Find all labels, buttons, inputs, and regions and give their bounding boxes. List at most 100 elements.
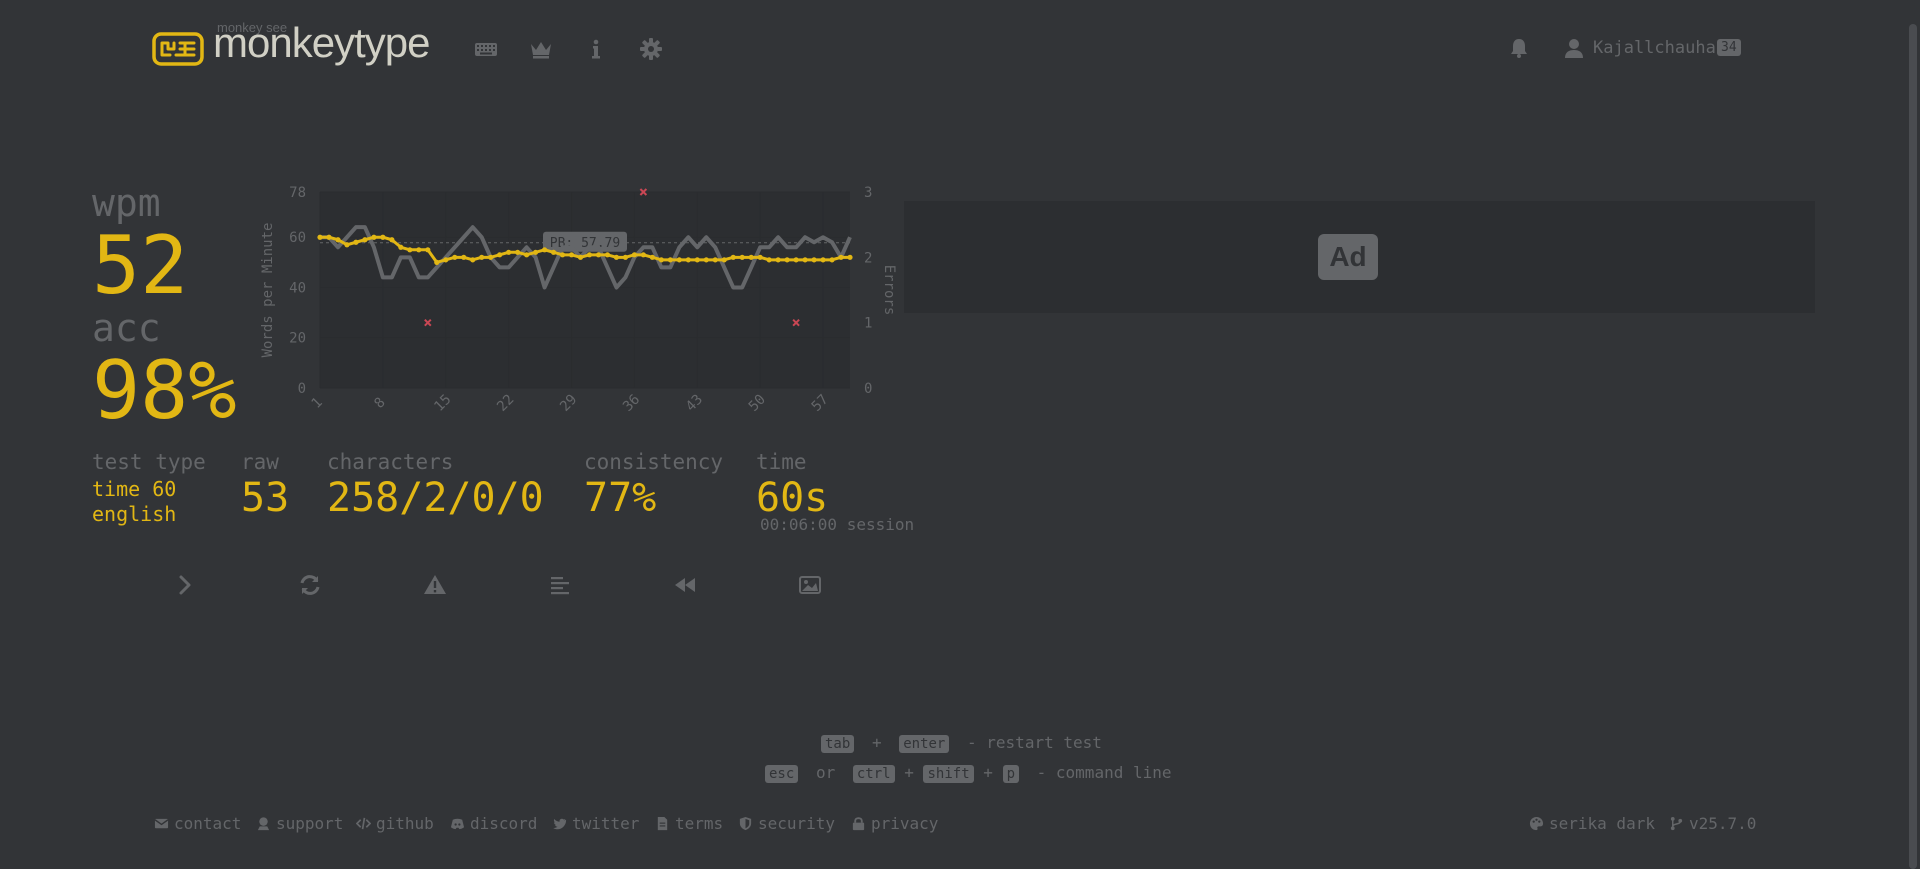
wpm-point: [838, 254, 844, 260]
wpm-point: [568, 252, 575, 258]
footer-twitter-label: twitter: [572, 814, 640, 833]
ad-container: Ad: [904, 201, 1815, 313]
y-axis-title: Words per Minute: [260, 223, 276, 358]
username[interactable]: Kajallchauhan: [1593, 38, 1726, 58]
wpm-point: [389, 237, 395, 243]
footer-support[interactable]: support: [256, 814, 343, 833]
shield-icon: [739, 816, 752, 831]
file-icon: [657, 816, 668, 831]
or-text: or: [815, 763, 836, 782]
replay-button[interactable]: [672, 572, 698, 598]
wpm-point: [398, 244, 404, 250]
wpm-point: [694, 257, 700, 263]
footer-twitter[interactable]: twitter: [552, 814, 639, 833]
footer-terms-label: terms: [675, 814, 724, 833]
wpm-point: [344, 242, 350, 248]
wpm-point: [515, 249, 521, 255]
wpm-point: [317, 234, 323, 240]
footer-github[interactable]: github: [356, 814, 434, 833]
refresh-icon: [300, 575, 320, 595]
y2-tick-label: 0: [864, 381, 872, 397]
wpm-point: [524, 252, 530, 258]
key-esc: esc: [765, 765, 799, 783]
wpm-point: [613, 254, 620, 260]
level-badge: 34: [1717, 39, 1741, 56]
wpm-point: [380, 234, 386, 240]
x-tick-label: 43: [683, 392, 706, 415]
wpm-point: [335, 237, 341, 243]
wpm-point: [784, 257, 790, 263]
scrollbar-thumb[interactable]: [1909, 24, 1917, 869]
test-type-mode: time 60: [92, 477, 177, 501]
code-branch-icon: [1670, 816, 1683, 831]
wpm-point: [811, 257, 817, 263]
footer-theme-label: serika dark: [1549, 814, 1655, 833]
keyboard-icon[interactable]: [473, 36, 499, 62]
footer-discord[interactable]: discord: [450, 814, 537, 833]
y2-axis-title: Errors: [881, 265, 897, 316]
x-tick-label: 57: [809, 392, 832, 415]
wpm-point: [362, 237, 368, 243]
align-left-icon: [551, 577, 569, 595]
footer-contact[interactable]: contact: [154, 814, 241, 833]
y-tick-label: 0: [298, 381, 306, 397]
wpm-point: [658, 257, 664, 263]
info-icon[interactable]: [583, 36, 609, 62]
command-line-hint-text: - command line: [1036, 763, 1172, 782]
screenshot-button[interactable]: [797, 572, 823, 598]
footer-discord-label: discord: [470, 814, 538, 833]
wpm-point: [452, 254, 458, 260]
words-history-button[interactable]: [547, 572, 573, 598]
restart-hint: tab + enter - restart test: [821, 733, 1102, 753]
wpm-point: [532, 249, 539, 255]
wpm-point: [712, 257, 718, 263]
acc-value: 98%: [92, 344, 237, 437]
wpm-point: [479, 254, 485, 260]
y2-tick-label: 2: [864, 250, 872, 266]
wpm-point: [757, 254, 763, 260]
characters-label: characters: [327, 450, 454, 474]
footer-theme[interactable]: serika dark: [1529, 814, 1655, 833]
key-tab: tab: [821, 735, 855, 753]
wpm-point: [550, 249, 557, 255]
wpm-point: [685, 257, 691, 263]
footer-security[interactable]: security: [738, 814, 835, 833]
app-root: monkey see monkeytype Kajallchauhan 34 w…: [0, 0, 1920, 869]
raw-label: raw: [241, 450, 279, 474]
x-tick-label: 22: [494, 392, 517, 415]
palette-icon: [1529, 816, 1544, 831]
wpm-point: [488, 254, 494, 260]
wpm-point: [748, 254, 754, 260]
plot-area: [320, 192, 850, 388]
footer-security-label: security: [758, 814, 836, 833]
wpm-point: [802, 257, 808, 263]
test-type-label: test type: [92, 450, 206, 474]
wpm-point: [326, 234, 332, 240]
warning-icon: [424, 575, 446, 594]
footer-terms[interactable]: terms: [655, 814, 723, 833]
time-label: time: [756, 450, 807, 474]
wpm-point: [595, 252, 602, 258]
user-icon[interactable]: [1563, 37, 1585, 59]
logo-icon: [152, 32, 204, 66]
footer-privacy[interactable]: privacy: [851, 814, 938, 833]
envelope-icon: [154, 818, 169, 829]
twitter-icon: [553, 818, 567, 830]
wpm-point: [461, 254, 467, 260]
y2-tick-label: 1: [864, 316, 872, 332]
gear-icon[interactable]: [638, 36, 664, 62]
scrollbar[interactable]: [1906, 0, 1920, 869]
plus: +: [904, 763, 914, 782]
wpm-label: wpm: [92, 181, 161, 225]
wpm-point: [416, 247, 422, 253]
code-icon: [356, 817, 371, 830]
next-test-button[interactable]: [172, 572, 198, 598]
wpm-point: [407, 247, 413, 253]
y-tick-label: 60: [289, 230, 306, 246]
crown-icon[interactable]: [528, 36, 554, 62]
x-tick-label: 29: [557, 392, 580, 415]
bell-icon[interactable]: [1508, 37, 1530, 59]
report-button[interactable]: [422, 572, 448, 598]
footer-version[interactable]: v25.7.0: [1669, 814, 1756, 833]
restart-test-button[interactable]: [297, 572, 323, 598]
